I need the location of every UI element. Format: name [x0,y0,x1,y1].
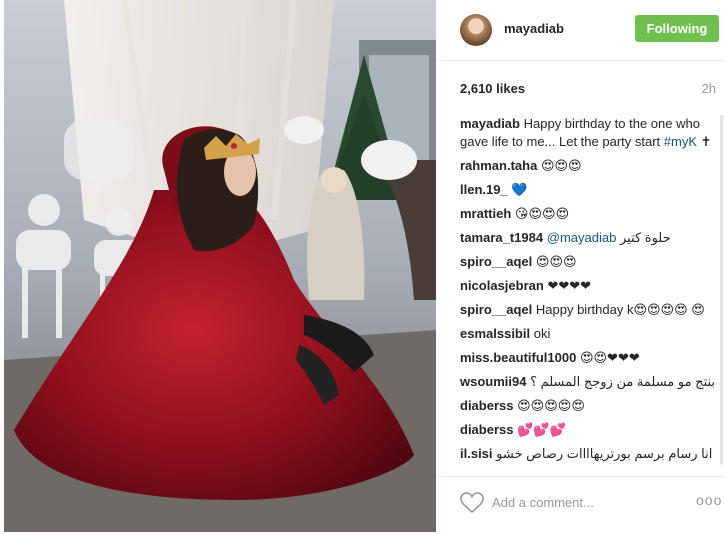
comment-text: حلوة كتير [619,230,671,245]
comment-item: spiro__aqel Happy birthday k😍😍😍😍 😍 [460,301,720,319]
post-modal: mayadiab Following 2,610 likes 2h mayadi… [4,0,724,532]
comment-username[interactable]: rahman.taha [460,158,537,173]
comment-username[interactable]: diaberss [460,398,513,413]
comment-username[interactable]: tamara_t1984 [460,230,543,245]
comment-username[interactable]: spiro__aqel [460,254,532,269]
post-photo[interactable] [4,0,436,532]
comment-text: انا رسام برسم بورتريهاااات رصاص خشو [496,446,713,461]
more-options-icon[interactable]: ooo [696,492,722,508]
avatar[interactable] [460,14,492,46]
comment-text: ❤❤❤❤ [547,278,592,293]
comment-text: 😘😍😍😍 [514,206,570,221]
comment-username[interactable]: diaberss [460,422,513,437]
comment-username[interactable]: llen.19_ [460,182,508,197]
comment-item: rahman.taha 😍😍😍 [460,157,720,175]
likes-count[interactable]: 2,610 likes [460,81,525,96]
comment-text: Happy birthday k😍😍😍😍 😍 [535,302,705,317]
comment-username[interactable]: esmalssibil [460,326,530,341]
comment-item: nicolasjebran ❤❤❤❤ [460,277,720,295]
comment-item: diaberss 💕💕💕 [460,421,720,439]
comment-text: بنتج مو مسلمة من زوجج المسلم ؟ [530,374,716,389]
caption-suffix: ✝ [697,134,712,149]
likes-row: 2,610 likes 2h [460,81,716,96]
heart-icon[interactable] [460,492,484,514]
comment-text: 💕💕💕 [517,422,566,437]
comment-text: 😍😍😍 [535,254,577,269]
comment-item: llen.19_ 💙 [460,181,720,199]
post-timestamp[interactable]: 2h [702,81,716,96]
comment-username[interactable]: mrattieh [460,206,511,221]
comment-item: wsoumii94 بنتج مو مسلمة من زوجج المسلم ؟ [460,373,720,391]
comment-item: mrattieh 😘😍😍😍 [460,205,720,223]
post-author-username[interactable]: mayadiab [504,21,564,36]
comment-item: esmalssibil oki [460,325,720,343]
comment-text: 💙 [511,182,528,197]
comment-item: il.sisi انا رسام برسم بورتريهاااات رصاص … [460,445,720,463]
comments-list: mayadiab Happy birthday to the one who g… [460,115,720,470]
following-button[interactable]: Following [635,15,719,42]
comment-mention[interactable]: @mayadiab [547,230,617,245]
post-header: mayadiab Following [436,0,724,61]
comment-username[interactable]: nicolasjebran [460,278,544,293]
comment-username[interactable]: miss.beautiful1000 [460,350,576,365]
comment-item: diaberss 😍😍😍😍😍 [460,397,720,415]
caption-hashtag[interactable]: #myK [664,134,697,149]
comment-username[interactable]: spiro__aqel [460,302,532,317]
add-comment-input[interactable]: Add a comment... [492,495,594,510]
comments-scrollbar[interactable] [720,115,723,465]
post-side-panel: mayadiab Following 2,610 likes 2h mayadi… [436,0,724,532]
comment-item: tamara_t1984 @mayadiab حلوة كتير [460,229,720,247]
comment-text: 😍😍❤❤❤ [579,350,640,365]
caption-username[interactable]: mayadiab [460,116,520,131]
comment-text: oki [533,326,551,341]
comment-username[interactable]: wsoumii94 [460,374,526,389]
comment-text: 😍😍😍 [540,158,582,173]
comment-item: miss.beautiful1000 😍😍❤❤❤ [460,349,720,367]
comment-text: 😍😍😍😍😍 [517,398,585,413]
caption: mayadiab Happy birthday to the one who g… [460,115,720,151]
comment-item: spiro__aqel 😍😍😍 [460,253,720,271]
post-footer: Add a comment... ooo [436,476,724,527]
comment-username[interactable]: il.sisi [460,446,493,461]
